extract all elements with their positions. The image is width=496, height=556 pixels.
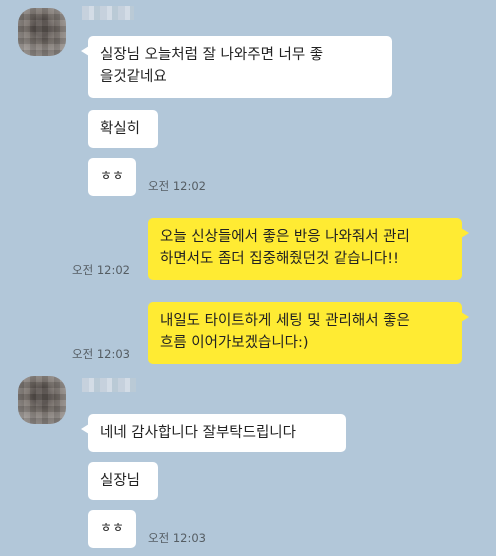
message-time: 오전 12:03 [148,531,206,545]
my-message-bubble[interactable]: 내일도 타이트하게 세팅 및 관리해서 좋은 흐름 이어가보겠습니다:) [148,302,469,364]
message-bubble[interactable]: 네네 감사합니다 잘부탁드립니다 [81,414,346,452]
chat-area[interactable]: 실장님 오늘처럼 잘 나와주면 너무 좋 을것같네요 확실히 ㅎㅎ 오전 12:… [0,0,496,556]
sender-name-blurred [82,378,136,392]
message-bubble[interactable]: 실장님 [88,462,158,500]
message-time: 오전 12:03 [72,347,130,361]
sender-name-blurred [82,6,134,20]
sender-avatar[interactable] [18,8,66,56]
message-bubble[interactable]: ㅎㅎ [88,510,136,548]
message-time: 오전 12:02 [148,179,206,193]
message-bubble[interactable]: 실장님 오늘처럼 잘 나와주면 너무 좋 을것같네요 [81,36,392,98]
sender-avatar[interactable] [18,376,66,424]
my-message-bubble[interactable]: 오늘 신상들에서 좋은 반응 나와줘서 관리 하면서도 좀더 집중해줬던것 같습… [148,218,469,280]
message-bubble[interactable]: ㅎㅎ [88,158,136,196]
message-bubble[interactable]: 확실히 [88,110,158,148]
message-time: 오전 12:02 [72,263,130,277]
